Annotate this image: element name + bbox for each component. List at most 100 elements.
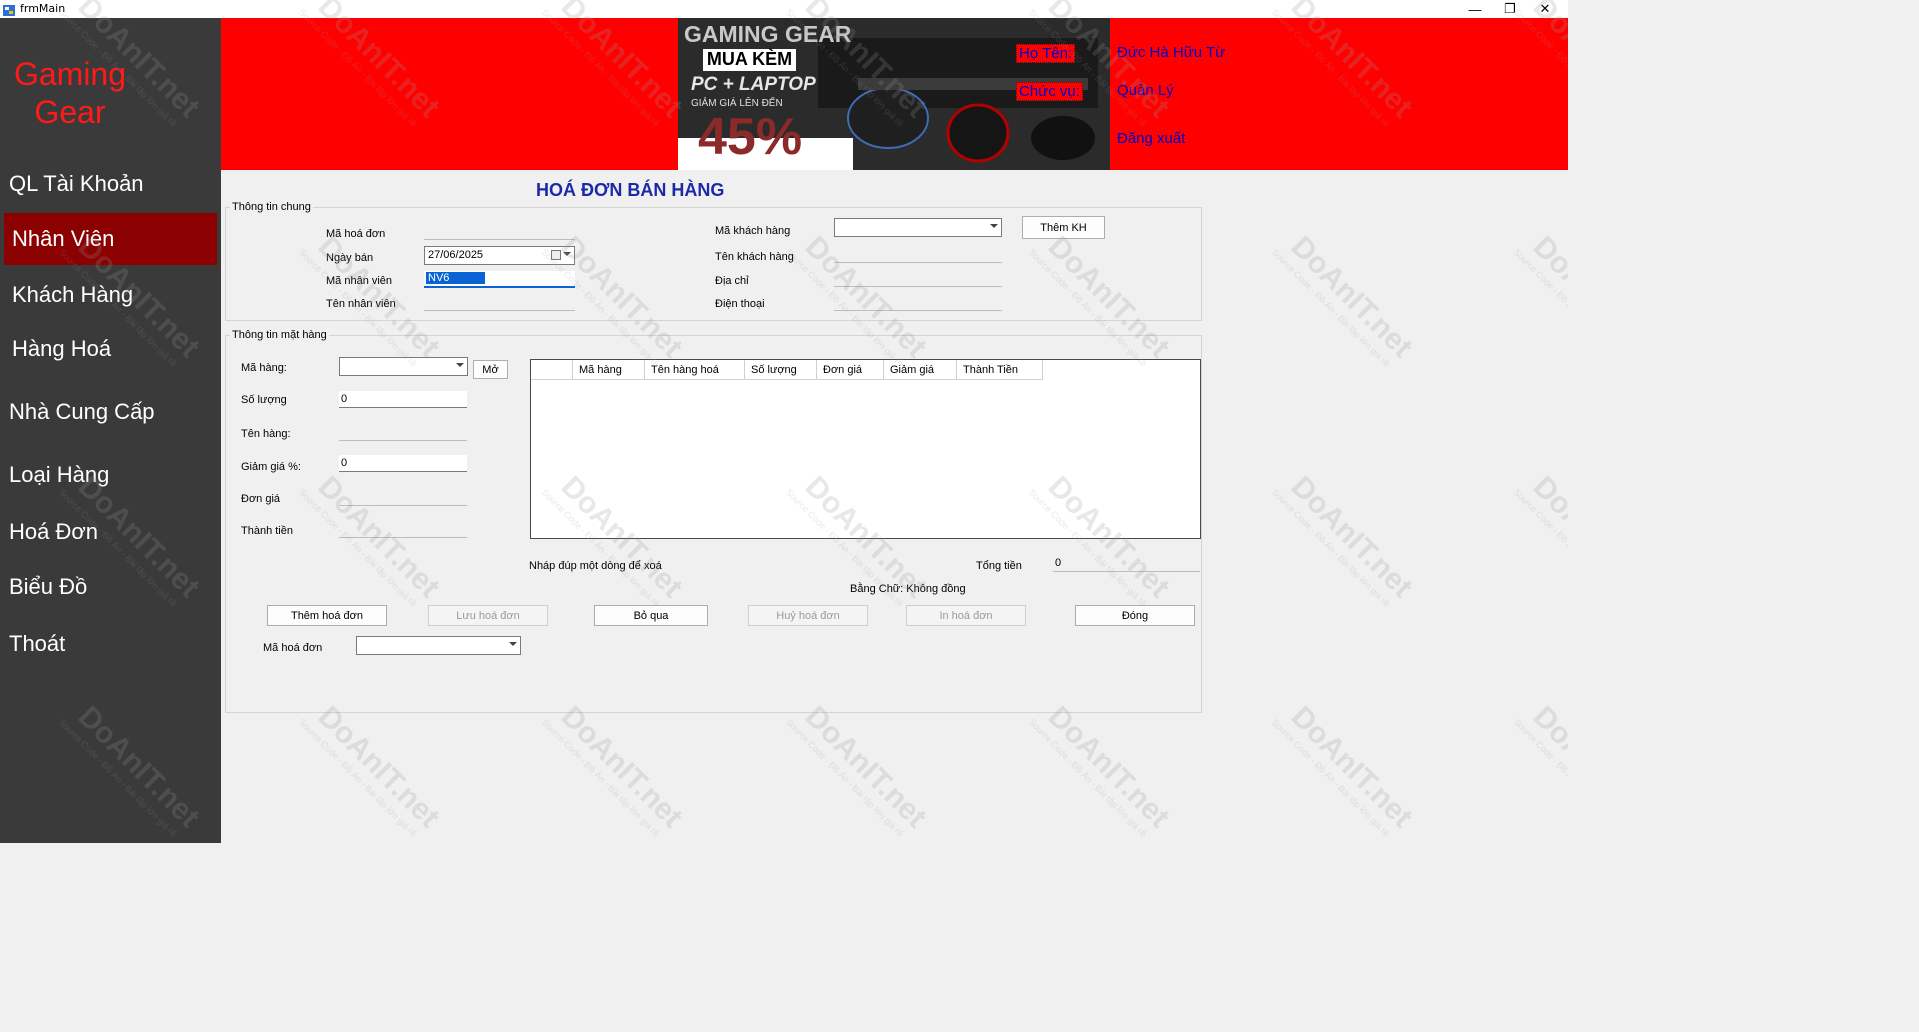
calendar-icon — [551, 250, 561, 260]
search-invoice-label: Mã hoá đơn — [263, 642, 323, 654]
open-product-button[interactable]: Mở — [473, 360, 508, 379]
grid-column-header[interactable]: Số lượng — [745, 360, 817, 380]
customer-id-select[interactable] — [834, 218, 1002, 237]
watermark-text: DoAnIT.net — [1284, 700, 1419, 835]
address-field[interactable] — [834, 270, 1002, 287]
brand-line-1: Gaming — [13, 56, 127, 92]
window-title: frmMain — [20, 2, 66, 15]
total-label: Tổng tiền — [976, 560, 1022, 572]
brand-line-2: Gear — [34, 94, 106, 130]
delete-row-hint: Nháp đúp một dòng để xoá — [529, 560, 662, 572]
logout-link[interactable]: Đăng xuất — [1117, 130, 1185, 147]
watermark-text: DoAnIT.net — [1284, 230, 1419, 365]
close-window-button[interactable]: ✕ — [1525, 0, 1565, 18]
watermark: DoAnIT.netSource Code - Đồ Án - Bài tập … — [1270, 700, 1419, 842]
window-title-bar — [0, 0, 1568, 18]
page-title: HOÁ ĐƠN BÁN HÀNG — [536, 180, 725, 200]
watermark-subtext: Source Code - Đồ Án - Bài tập lớn giá rẻ — [1026, 716, 1149, 839]
sidebar-item-suppliers[interactable]: Nhà Cung Cấp — [4, 386, 217, 438]
brand-logo-text: Gaming Gear — [0, 55, 140, 131]
skip-button[interactable]: Bỏ qua — [594, 605, 708, 626]
quantity-field[interactable] — [339, 391, 467, 408]
add-customer-button[interactable]: Thêm KH — [1022, 216, 1105, 239]
general-info-caption: Thông tin chung — [230, 201, 313, 213]
sidebar-item-categories[interactable]: Loại Hàng — [4, 449, 217, 501]
chevron-down-icon — [990, 224, 998, 228]
sidebar-item-accounts[interactable]: QL Tài Khoản — [4, 158, 217, 210]
customer-name-label: Tên khách hàng — [715, 251, 794, 263]
sidebar-item-products[interactable]: Hàng Hoá — [4, 323, 217, 375]
product-id-label: Mã hàng: — [241, 362, 287, 374]
minimize-button[interactable]: — — [1455, 0, 1495, 18]
watermark: DoAnIT.netSource Code - Đồ Án - Bài tập … — [1027, 700, 1176, 842]
watermark-subtext: Source Code - Đồ Án - Bài tập lớn giá rẻ — [1511, 486, 1568, 609]
print-invoice-button[interactable]: In hoá đơn — [906, 605, 1026, 626]
watermark-subtext: Source Code - Đồ Án - Bài tập lớn giá rẻ — [1269, 716, 1392, 839]
sale-date-picker[interactable]: 27/06/2025 — [424, 246, 575, 265]
search-invoice-select[interactable] — [356, 636, 521, 655]
name-value: Đức Hà Hữu Từ — [1117, 44, 1226, 61]
watermark-text: DoAnIT.net — [1284, 470, 1419, 605]
employee-id-value: NV6 — [426, 272, 486, 284]
grid-column-header[interactable]: Giảm giá — [884, 360, 957, 380]
sidebar-item-employees[interactable]: Nhân Viên — [4, 213, 217, 265]
product-name-label: Tên hàng: — [241, 428, 291, 440]
customer-name-field[interactable] — [834, 246, 1002, 263]
sidebar-item-label: Hoá Đơn — [9, 519, 99, 544]
maximize-button[interactable]: ❐ — [1490, 0, 1530, 18]
sidebar-item-label: Hàng Hoá — [12, 336, 112, 361]
sidebar-item-exit[interactable]: Thoát — [4, 618, 217, 670]
sidebar-item-invoices[interactable]: Hoá Đơn — [4, 506, 217, 558]
sidebar-item-customers[interactable]: Khách Hàng — [4, 269, 217, 321]
watermark-subtext: Source Code - Đồ Án - Bài tập lớn giá rẻ — [296, 716, 419, 839]
sidebar-item-label: Nhà Cung Cấp — [9, 399, 155, 424]
total-field[interactable] — [1053, 555, 1200, 572]
banner-bundle-label: MUA KÈM — [703, 49, 796, 71]
watermark: DoAnIT.netSource Code - Đồ Án - Bài tập … — [784, 700, 933, 842]
employee-name-label: Tên nhân viên — [326, 298, 396, 310]
product-id-select[interactable] — [339, 357, 468, 376]
chevron-down-icon — [456, 363, 464, 367]
sidebar-item-label: Nhân Viên — [12, 226, 115, 251]
subtotal-field[interactable] — [339, 521, 467, 538]
product-name-field[interactable] — [339, 424, 467, 441]
invoice-items-grid[interactable]: Mã hàng Tên hàng hoá Số lượng Đơn giá Gi… — [530, 359, 1201, 539]
add-invoice-button[interactable]: Thêm hoá đơn — [267, 605, 387, 626]
unit-price-field[interactable] — [339, 489, 467, 506]
watermark: DoAnIT.netSource Code - Đồ Án - Bài tập … — [1512, 700, 1568, 842]
sidebar-item-label: Khách Hàng — [12, 282, 134, 307]
grid-column-header[interactable]: Đơn giá — [817, 360, 884, 380]
sidebar-item-label: Loại Hàng — [9, 462, 110, 487]
invoice-id-field[interactable] — [424, 223, 575, 240]
close-icon: ✕ — [1539, 1, 1551, 16]
item-info-caption: Thông tin mặt hàng — [230, 329, 329, 341]
discount-field[interactable] — [339, 455, 467, 472]
chevron-down-icon — [563, 252, 571, 256]
name-label: Họ Tên: — [1016, 44, 1076, 63]
unit-price-label: Đơn giá — [241, 493, 281, 505]
employee-id-field[interactable]: NV6 — [424, 271, 575, 288]
watermark-text: DoAnIT.net — [311, 700, 446, 835]
grid-column-header[interactable]: Thành Tiền — [957, 360, 1043, 380]
subtotal-label: Thành tiền — [241, 525, 293, 537]
watermark-subtext: Source Code - Đồ Án - Bài tập lớn giá rẻ — [1269, 246, 1392, 369]
phone-label: Điện thoại — [715, 298, 765, 310]
watermark: DoAnIT.netSource Code - Đồ Án - Bài tập … — [1512, 230, 1568, 372]
cancel-invoice-button[interactable]: Huỷ hoá đơn — [748, 605, 868, 626]
employee-name-field[interactable] — [424, 294, 575, 311]
banner-discount-value: 45% — [698, 108, 803, 166]
minimize-icon: — — [1468, 1, 1482, 17]
phone-field[interactable] — [834, 294, 1002, 311]
total-in-words: Bằng Chữ: Không đồng — [850, 583, 966, 595]
watermark-text: DoAnIT.net — [798, 700, 933, 835]
chevron-down-icon — [509, 642, 517, 646]
save-invoice-button[interactable]: Lưu hoá đơn — [428, 605, 548, 626]
sidebar-item-charts[interactable]: Biểu Đồ — [4, 561, 217, 613]
grid-column-header[interactable]: Tên hàng hoá — [645, 360, 745, 380]
grid-column-header[interactable]: Mã hàng — [573, 360, 645, 380]
watermark-text: DoAnIT.net — [554, 700, 689, 835]
role-label: Chức vụ: — [1016, 82, 1083, 101]
sidebar-item-label: Biểu Đồ — [9, 574, 88, 599]
banner-pc-laptop: PC + LAPTOP — [691, 74, 816, 95]
close-button[interactable]: Đóng — [1075, 605, 1195, 626]
